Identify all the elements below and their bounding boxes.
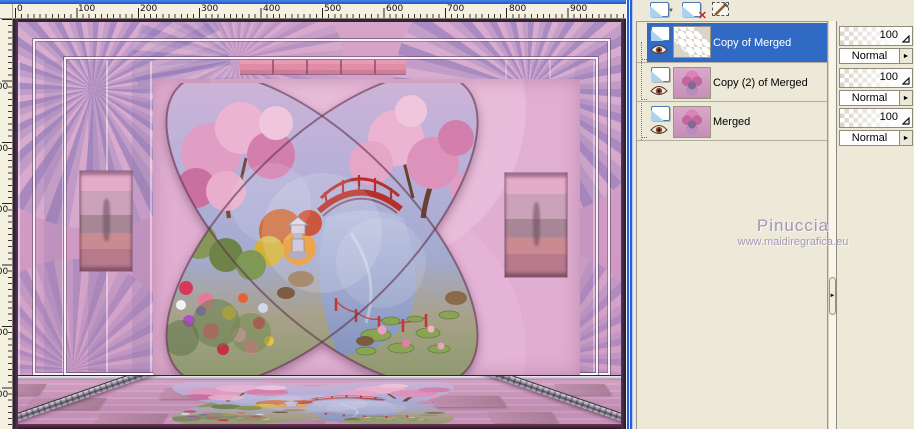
- ruler-major-ticks: [2, 19, 12, 429]
- new-layer-button[interactable]: ▼: [645, 2, 674, 19]
- h-ruler-label: 200: [140, 4, 158, 14]
- blend-mode-arrow-icon[interactable]: ►: [899, 91, 912, 105]
- row-separator: [637, 140, 827, 141]
- expand-arrow-icon: ►: [829, 293, 836, 299]
- butterfly-reflection: [158, 382, 468, 424]
- v-ruler-label: 300: [0, 205, 9, 215]
- floor: [13, 375, 626, 429]
- floor-tile: [487, 412, 559, 423]
- layer-page-icon: [651, 67, 670, 82]
- canvas[interactable]: [13, 19, 626, 429]
- delete-layer-button[interactable]: ✕: [678, 2, 707, 22]
- floor-edge: [13, 424, 626, 429]
- horizontal-ruler: 0 100 200 300 400 500 600 700 800 900 10…: [13, 4, 630, 19]
- edit-selection-button[interactable]: [707, 2, 733, 19]
- blend-mode-value: Normal: [851, 92, 888, 104]
- h-ruler-label: 700: [447, 4, 465, 14]
- row-separator: [637, 62, 827, 63]
- layer-row-merged[interactable]: Merged: [647, 103, 827, 141]
- h-ruler-label: 800: [509, 4, 527, 14]
- chevron-down-icon: ▼: [668, 8, 674, 14]
- opacity-value: 100: [879, 29, 898, 41]
- blend-mode-value: Normal: [851, 50, 888, 62]
- new-layer-icon: [649, 2, 669, 17]
- ruler-corner-box: [0, 4, 13, 19]
- layer-row-copy-of-merged[interactable]: Copy of Merged: [647, 23, 827, 62]
- opacity-slider-handle[interactable]: [902, 35, 910, 43]
- visibility-eye-icon[interactable]: [650, 44, 668, 56]
- v-ruler-label: 200: [0, 144, 9, 154]
- floor-trim: [13, 376, 626, 380]
- opacity-slider-handle[interactable]: [902, 77, 910, 85]
- blend-mode-select[interactable]: Normal ►: [839, 130, 913, 146]
- blend-mode-value: Normal: [851, 132, 888, 144]
- blend-mode-arrow-icon[interactable]: ►: [899, 49, 912, 63]
- h-ruler-label: 900: [570, 4, 588, 14]
- layer-name: Copy (2) of Merged: [713, 77, 808, 89]
- h-ruler-label: 400: [263, 4, 281, 14]
- row-separator: [637, 101, 827, 102]
- visibility-eye-icon[interactable]: [650, 85, 668, 97]
- floor-tile: [13, 384, 47, 395]
- layer-name: Merged: [713, 116, 751, 128]
- layer-name: Copy of Merged: [713, 36, 792, 49]
- canvas-border-top: [13, 19, 626, 22]
- v-ruler-label: 0: [0, 21, 11, 31]
- opacity-slider[interactable]: 100: [839, 108, 913, 128]
- edit-selection-icon: [711, 2, 729, 16]
- butterfly-garden-image: [151, 83, 493, 375]
- layer-thumbnail[interactable]: [673, 106, 711, 138]
- top-tile-strip: [240, 60, 406, 74]
- image-window-border: [626, 0, 633, 429]
- h-ruler-label: 600: [386, 4, 404, 14]
- layer-page-icon: [651, 106, 670, 121]
- canvas-border-left: [13, 19, 18, 429]
- h-ruler-label: 300: [201, 4, 219, 14]
- layer-link-bracket: [641, 42, 642, 140]
- psp-workspace: 0 100 200 300 400 500 600 700 800 900 10…: [0, 0, 914, 429]
- opacity-slider[interactable]: 100: [839, 26, 913, 46]
- v-ruler-label: 600: [0, 390, 9, 400]
- h-ruler-label: 500: [324, 4, 342, 14]
- blend-mode-arrow-icon[interactable]: ►: [899, 131, 912, 145]
- h-ruler-label: 0: [17, 4, 23, 14]
- h-ruler-label: 100: [78, 4, 96, 14]
- layer-thumbnail[interactable]: [673, 26, 711, 58]
- v-ruler-label: 500: [0, 328, 9, 338]
- palette-splitter[interactable]: ►: [828, 21, 837, 429]
- wall-picture-right: [505, 173, 567, 277]
- splitter-handle[interactable]: ►: [829, 277, 836, 315]
- blend-mode-select[interactable]: Normal ►: [839, 90, 913, 106]
- layer-page-icon: [651, 26, 670, 41]
- opacity-value: 100: [879, 71, 898, 83]
- layer-list: Copy of Merged Copy (2) of Merged Merged: [636, 21, 828, 429]
- layer-row-copy2-of-merged[interactable]: Copy (2) of Merged: [647, 64, 827, 102]
- opacity-value: 100: [879, 111, 898, 123]
- visibility-eye-icon[interactable]: [650, 124, 668, 136]
- opacity-slider[interactable]: 100: [839, 68, 913, 88]
- wall-picture-left: [80, 171, 132, 271]
- layer-thumbnail[interactable]: [673, 67, 711, 99]
- v-ruler-label: 100: [0, 82, 9, 92]
- ruler-major-ticks: [15, 8, 630, 18]
- blend-mode-select[interactable]: Normal ►: [839, 48, 913, 64]
- opacity-slider-handle[interactable]: [902, 117, 910, 125]
- vertical-ruler: 0 100 200 300 400 500 600: [0, 19, 13, 429]
- v-ruler-label: 400: [0, 267, 9, 277]
- layers-palette: ▼ ✕ Copy of Merged Copy (2) of Merged Me…: [633, 0, 914, 429]
